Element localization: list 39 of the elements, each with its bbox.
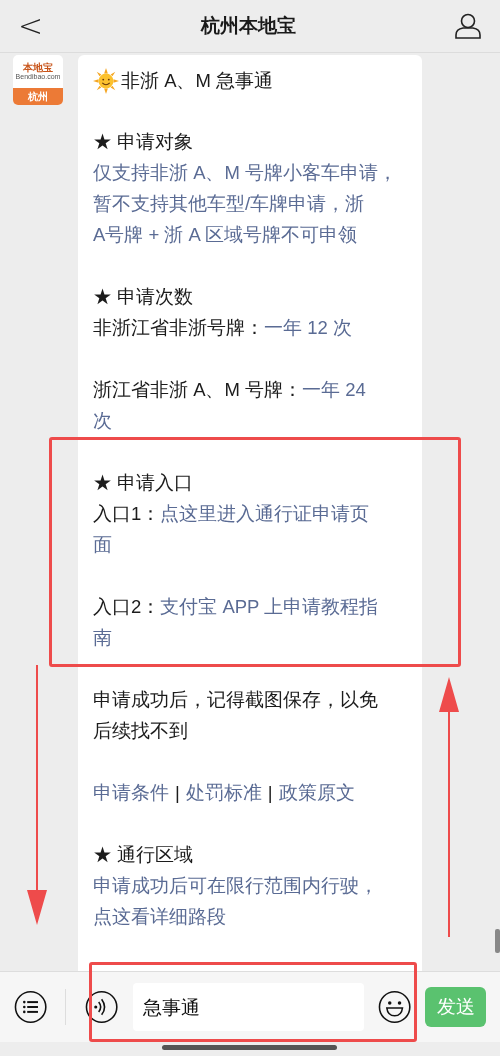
window-title: 杭州本地宝 bbox=[201, 13, 297, 38]
message-link[interactable]: 政策原文 bbox=[278, 777, 355, 808]
scrollbar[interactable] bbox=[495, 929, 500, 953]
message-text: 浙江省非浙 A、M 号牌： bbox=[93, 378, 303, 402]
message-text: ★ 申请入口 bbox=[93, 471, 194, 495]
avatar-city: 杭州 bbox=[13, 88, 63, 105]
avatar-brand: 本地宝 bbox=[23, 61, 53, 73]
message-input[interactable]: 急事通 bbox=[132, 983, 364, 1031]
message-link[interactable]: 支付宝 APP 上申请教程指 bbox=[160, 591, 379, 622]
sun-emoji-icon bbox=[93, 67, 119, 94]
message-text: ★ 申请对象 bbox=[93, 130, 194, 154]
message-link[interactable]: 面 bbox=[93, 529, 112, 560]
message-text: 非浙江省非浙号牌： bbox=[93, 316, 264, 340]
message-text: 入口1： bbox=[93, 502, 161, 526]
message-link[interactable]: 点这里进入通行证申请页 bbox=[160, 498, 370, 529]
message-link[interactable]: 申请条件 bbox=[93, 777, 169, 808]
message-link[interactable]: 申请成功后可在限行范围内行驶， bbox=[93, 870, 378, 901]
message-link[interactable]: 一年 24 bbox=[302, 374, 366, 405]
separator: | bbox=[175, 781, 180, 805]
message-link[interactable]: A号牌 + 浙 A 区域号牌不可申领 bbox=[93, 219, 358, 250]
smiley-icon[interactable] bbox=[377, 990, 412, 1024]
message-heading: 非浙 A、M 急事通 bbox=[121, 69, 274, 93]
back-button[interactable]: < bbox=[18, 11, 44, 41]
message-text: ★ 申请次数 bbox=[93, 285, 194, 309]
message-link[interactable]: 仅支持非浙 A、M 号牌小客车申请， bbox=[93, 157, 398, 188]
message-link[interactable]: 次 bbox=[93, 405, 112, 436]
voice-icon[interactable] bbox=[85, 990, 119, 1024]
message-link[interactable]: 点这看详细路段 bbox=[93, 901, 226, 932]
separator: | bbox=[267, 781, 273, 805]
menu-icon[interactable] bbox=[14, 990, 48, 1024]
message-link[interactable]: 南 bbox=[93, 622, 112, 653]
message-text: 后续找不到 bbox=[93, 719, 188, 743]
message-text: 申请成功后，记得截图保存，以免 bbox=[93, 688, 378, 712]
message-link[interactable]: 暂不支持其他车型/车牌申请，浙 bbox=[93, 188, 365, 219]
message-text: 入口2： bbox=[93, 595, 161, 619]
message-text: ★ 通行区域 bbox=[93, 843, 194, 867]
profile-icon[interactable] bbox=[454, 13, 482, 39]
message-link[interactable]: 一年 12 次 bbox=[264, 312, 352, 343]
message-link[interactable]: 处罚标准 bbox=[185, 777, 262, 808]
